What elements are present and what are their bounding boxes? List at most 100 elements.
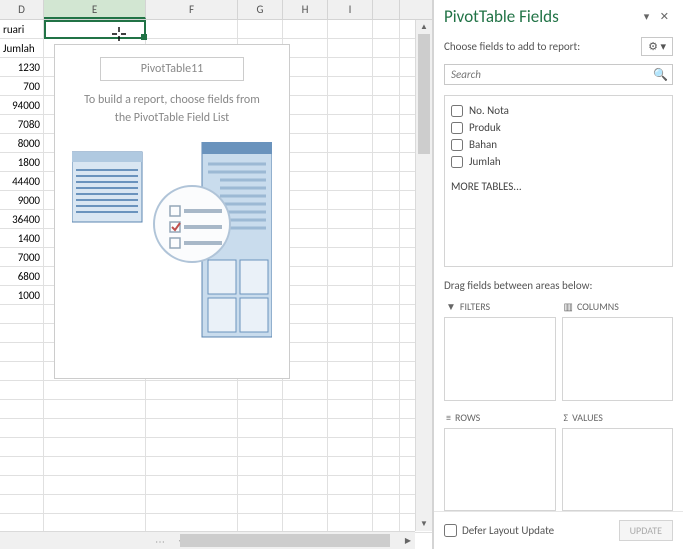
cell[interactable] [373, 210, 400, 228]
cell[interactable] [328, 267, 373, 285]
sheet-tab-scroll-icon[interactable]: ⋯ [155, 535, 167, 548]
cell[interactable] [328, 476, 373, 494]
pane-layout-gear-button[interactable]: ⚙ ▾ [641, 37, 673, 56]
cell[interactable] [146, 438, 238, 456]
defer-layout-checkbox[interactable] [444, 524, 457, 537]
cell[interactable] [328, 248, 373, 266]
field-item[interactable]: Jumlah [451, 153, 666, 170]
cell[interactable] [328, 115, 373, 133]
horizontal-scroll-thumb[interactable] [180, 534, 390, 547]
cell[interactable] [283, 438, 328, 456]
grid-row[interactable] [0, 495, 432, 514]
cell[interactable] [373, 362, 400, 380]
cell[interactable] [283, 476, 328, 494]
more-tables-link[interactable]: MORE TABLES... [451, 180, 666, 193]
cell[interactable] [328, 39, 373, 57]
cell[interactable] [328, 305, 373, 323]
column-header-blank[interactable] [373, 0, 400, 19]
cell[interactable] [238, 400, 283, 418]
cell[interactable] [373, 229, 400, 247]
cell[interactable] [0, 457, 44, 475]
field-list[interactable]: No. NotaProdukBahanJumlahMORE TABLES... [444, 95, 673, 267]
cell[interactable] [328, 96, 373, 114]
grid-row[interactable] [0, 419, 432, 438]
grid-row[interactable] [0, 457, 432, 476]
cell[interactable]: 1000 [0, 286, 44, 304]
cell[interactable] [328, 134, 373, 152]
cell[interactable] [328, 362, 373, 380]
scroll-up-arrow-icon[interactable]: ▲ [416, 20, 432, 34]
cell[interactable]: 7000 [0, 248, 44, 266]
cell[interactable] [44, 438, 146, 456]
search-icon[interactable]: 🔍 [653, 67, 668, 82]
cell[interactable] [238, 476, 283, 494]
cell[interactable] [146, 400, 238, 418]
cell[interactable] [283, 419, 328, 437]
cell[interactable]: Jumlah [0, 39, 44, 57]
cell[interactable] [328, 191, 373, 209]
pane-dropdown-icon[interactable]: ▾ [644, 10, 654, 23]
cell[interactable] [328, 400, 373, 418]
vertical-scrollbar[interactable]: ▲ ▼ [415, 20, 432, 531]
cell[interactable] [328, 324, 373, 342]
cell[interactable] [0, 324, 44, 342]
cell[interactable]: 44400 [0, 172, 44, 190]
cell[interactable] [0, 419, 44, 437]
cell[interactable] [0, 400, 44, 418]
cell[interactable] [238, 514, 283, 532]
spreadsheet-area[interactable]: DEFGHI ruariJumlah1230700940007080800018… [0, 0, 433, 549]
cell[interactable] [283, 400, 328, 418]
cell[interactable] [146, 457, 238, 475]
column-header-E[interactable]: E [44, 0, 146, 19]
cell[interactable] [373, 514, 400, 532]
field-item[interactable]: Produk [451, 119, 666, 136]
field-search-input[interactable] [444, 64, 673, 85]
grid-row[interactable] [0, 400, 432, 419]
cell[interactable] [328, 457, 373, 475]
cell[interactable] [238, 381, 283, 399]
cell[interactable] [0, 305, 44, 323]
cell[interactable] [44, 381, 146, 399]
cell[interactable] [328, 343, 373, 361]
cell[interactable] [373, 115, 400, 133]
cell[interactable] [328, 210, 373, 228]
column-header-H[interactable]: H [283, 0, 328, 19]
cell[interactable] [146, 381, 238, 399]
cell[interactable] [146, 476, 238, 494]
cell[interactable] [373, 267, 400, 285]
cell[interactable] [146, 20, 238, 38]
cell[interactable] [238, 457, 283, 475]
cell[interactable] [283, 457, 328, 475]
defer-layout-checkbox-label[interactable]: Defer Layout Update [444, 524, 554, 537]
cell[interactable] [373, 324, 400, 342]
cell[interactable]: 36400 [0, 210, 44, 228]
scroll-down-arrow-icon[interactable]: ▼ [416, 517, 432, 531]
cell[interactable] [0, 438, 44, 456]
grid-row[interactable] [0, 438, 432, 457]
cell[interactable] [0, 362, 44, 380]
cell[interactable] [373, 77, 400, 95]
cell[interactable] [328, 514, 373, 532]
cell[interactable]: 1800 [0, 153, 44, 171]
cell[interactable] [283, 20, 328, 38]
cell[interactable]: 9000 [0, 191, 44, 209]
cell[interactable]: 1400 [0, 229, 44, 247]
cell[interactable] [373, 438, 400, 456]
pivottable-placeholder[interactable]: PivotTable11 To build a report, choose f… [54, 44, 290, 379]
column-header-D[interactable]: D [0, 0, 44, 19]
cell[interactable] [373, 248, 400, 266]
cell[interactable] [0, 495, 44, 513]
cell[interactable] [44, 514, 146, 532]
cell[interactable]: 6800 [0, 267, 44, 285]
field-checkbox[interactable] [451, 156, 463, 168]
filters-drop-area[interactable] [444, 317, 556, 401]
field-checkbox[interactable] [451, 122, 463, 134]
cell[interactable] [373, 495, 400, 513]
cell[interactable] [373, 153, 400, 171]
cell[interactable]: ruari [0, 20, 44, 38]
cell[interactable]: 7080 [0, 115, 44, 133]
cell[interactable]: 700 [0, 77, 44, 95]
cell[interactable] [146, 495, 238, 513]
cell[interactable] [328, 153, 373, 171]
cell[interactable] [238, 419, 283, 437]
